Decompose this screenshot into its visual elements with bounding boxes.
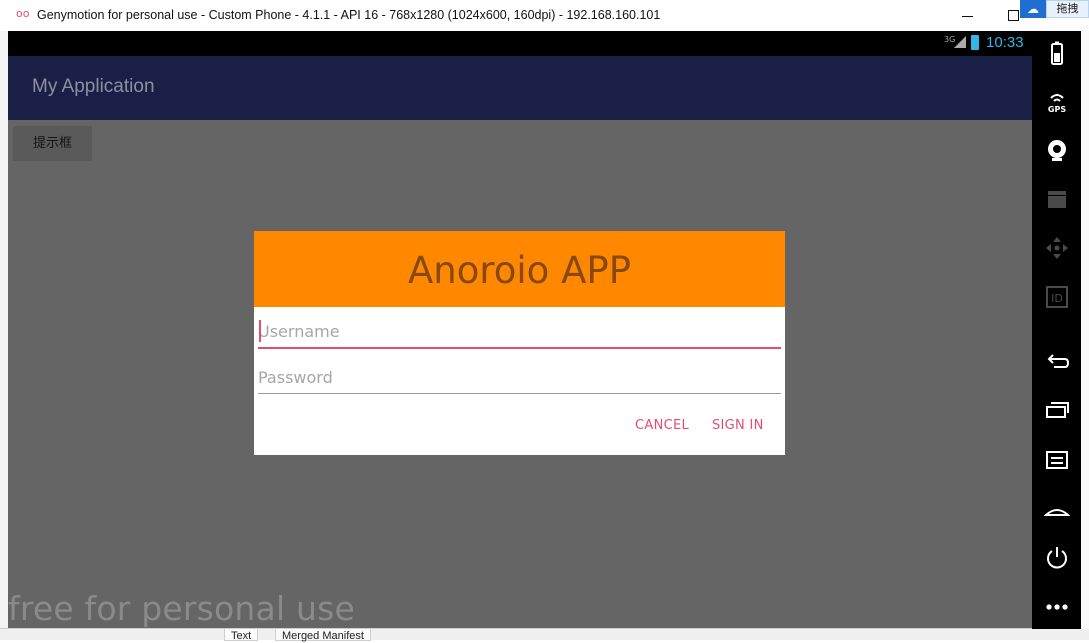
drag-widget[interactable]: ☁ 拖拽 (1018, 0, 1089, 18)
text-cursor (259, 320, 261, 342)
genymotion-logo-icon: oo (16, 7, 30, 20)
window-title: Genymotion for personal use - Custom Pho… (37, 8, 661, 22)
watermark-text: free for personal use (8, 589, 356, 628)
battery-charging-icon (971, 35, 979, 50)
app-title: My Application (32, 76, 155, 97)
password-field[interactable] (258, 363, 781, 394)
login-dialog: Anoroio APP CANCEL SIGN IN (254, 231, 785, 455)
dialog-title: Anoroio APP (254, 231, 785, 307)
background-ide-tabbar: Text Merged Manifest (0, 628, 1089, 642)
window-title-bar: oo Genymotion for personal use - Custom … (0, 0, 1089, 32)
username-input[interactable] (258, 317, 781, 345)
ide-tab-text[interactable]: Text (224, 629, 259, 642)
side-scrollbar[interactable] (1081, 31, 1089, 629)
webcam-icon[interactable] (1032, 137, 1081, 171)
cancel-button[interactable]: CANCEL (635, 418, 689, 433)
drag-label: 拖拽 (1046, 0, 1089, 18)
username-field[interactable] (258, 317, 781, 349)
status-clock: 10:33 (986, 34, 1024, 51)
screencast-icon[interactable] (1032, 187, 1081, 221)
svg-text:GPS: GPS (1047, 105, 1065, 114)
battery-icon[interactable] (1032, 41, 1081, 75)
dpad-icon[interactable] (1032, 235, 1081, 269)
app-action-bar: My Application (8, 56, 1032, 120)
sign-in-button[interactable]: SIGN IN (712, 418, 764, 433)
ide-tab-merged-manifest[interactable]: Merged Manifest (275, 629, 371, 642)
signal-icon (954, 36, 966, 48)
device-id-icon[interactable]: ID (1032, 285, 1081, 319)
password-input[interactable] (258, 363, 781, 391)
background-ide-panel (0, 31, 8, 639)
menu-icon[interactable] (1032, 447, 1081, 481)
genymotion-toolbar: GPS ID (1032, 31, 1081, 629)
back-icon[interactable] (1032, 349, 1081, 383)
cloud-icon: ☁ (1020, 0, 1046, 18)
home-icon[interactable] (1032, 497, 1081, 531)
recent-apps-icon[interactable] (1032, 397, 1081, 431)
minimize-button[interactable] (948, 0, 988, 31)
more-icon[interactable] (1032, 593, 1081, 627)
power-icon[interactable] (1032, 545, 1081, 579)
android-status-bar: 3G 10:33 (8, 31, 1032, 56)
svg-text:ID: ID (1051, 292, 1063, 305)
gps-icon[interactable]: GPS (1032, 89, 1081, 123)
show-dialog-button[interactable]: 提示框 (13, 126, 92, 161)
